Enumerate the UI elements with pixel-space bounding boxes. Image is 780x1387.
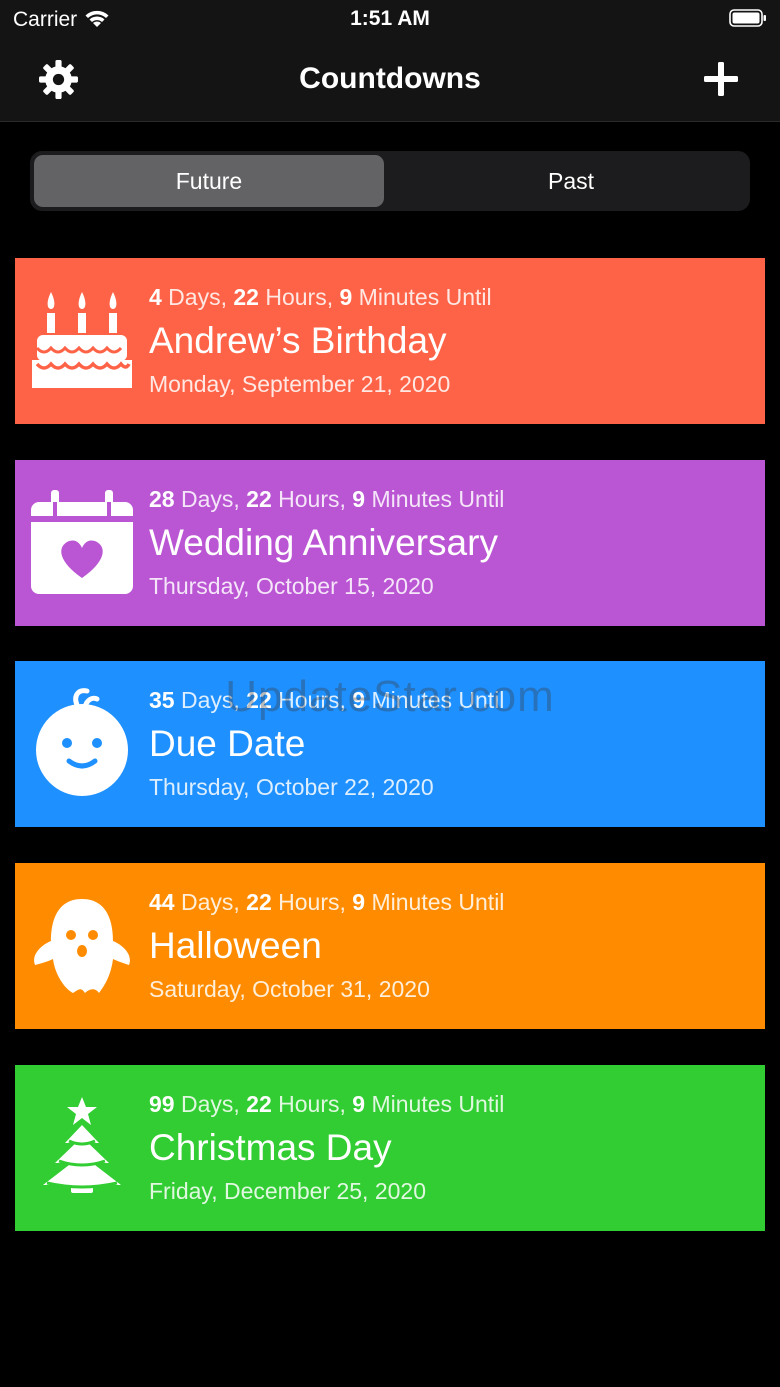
countdown-text: 44 Days, 22 Hours, 9 Minutes Until: [149, 889, 505, 915]
countdown-title: Andrew’s Birthday: [149, 320, 447, 361]
segmented-control: Future Past: [30, 151, 750, 211]
countdown-date: Friday, December 25, 2020: [149, 1178, 426, 1204]
countdown-text: 28 Days, 22 Hours, 9 Minutes Until: [149, 486, 505, 512]
countdown-date: Saturday, October 31, 2020: [149, 976, 430, 1002]
plus-icon[interactable]: [704, 62, 738, 96]
birthday-cake-icon: [29, 284, 135, 396]
baby-face-icon: [29, 687, 135, 799]
clock: 1:51 AM: [350, 7, 430, 30]
battery-icon: [729, 9, 766, 27]
segment-past[interactable]: Past: [396, 155, 746, 207]
countdown-title: Due Date: [149, 723, 306, 764]
nav-bar: Countdowns: [0, 40, 780, 122]
countdown-title: Wedding Anniversary: [149, 522, 498, 563]
countdown-card-birthday[interactable]: 4 Days, 22 Hours, 9 Minutes Until Andrew…: [15, 258, 765, 424]
status-bar: Carrier 1:51 AM: [0, 0, 780, 40]
countdown-date: Thursday, October 22, 2020: [149, 774, 434, 800]
page-title: Countdowns: [299, 62, 481, 95]
countdown-card-due-date[interactable]: 35 Days, 22 Hours, 9 Minutes Until Due D…: [15, 661, 765, 827]
countdown-card-christmas[interactable]: 99 Days, 22 Hours, 9 Minutes Until Chris…: [15, 1065, 765, 1231]
countdown-title: Christmas Day: [149, 1127, 392, 1168]
countdown-date: Monday, September 21, 2020: [149, 371, 451, 397]
countdown-text: 4 Days, 22 Hours, 9 Minutes Until: [149, 284, 492, 310]
countdown-text: 35 Days, 22 Hours, 9 Minutes Until: [149, 687, 505, 713]
countdown-card-halloween[interactable]: 44 Days, 22 Hours, 9 Minutes Until Hallo…: [15, 863, 765, 1029]
christmas-tree-icon: [29, 1091, 135, 1203]
segment-future[interactable]: Future: [34, 155, 384, 207]
countdown-text: 99 Days, 22 Hours, 9 Minutes Until: [149, 1091, 505, 1117]
countdown-date: Thursday, October 15, 2020: [149, 573, 434, 599]
countdown-card-anniversary[interactable]: 28 Days, 22 Hours, 9 Minutes Until Weddi…: [15, 460, 765, 626]
calendar-heart-icon: [29, 486, 135, 598]
countdown-title: Halloween: [149, 925, 322, 966]
ghost-icon: [29, 889, 135, 1001]
